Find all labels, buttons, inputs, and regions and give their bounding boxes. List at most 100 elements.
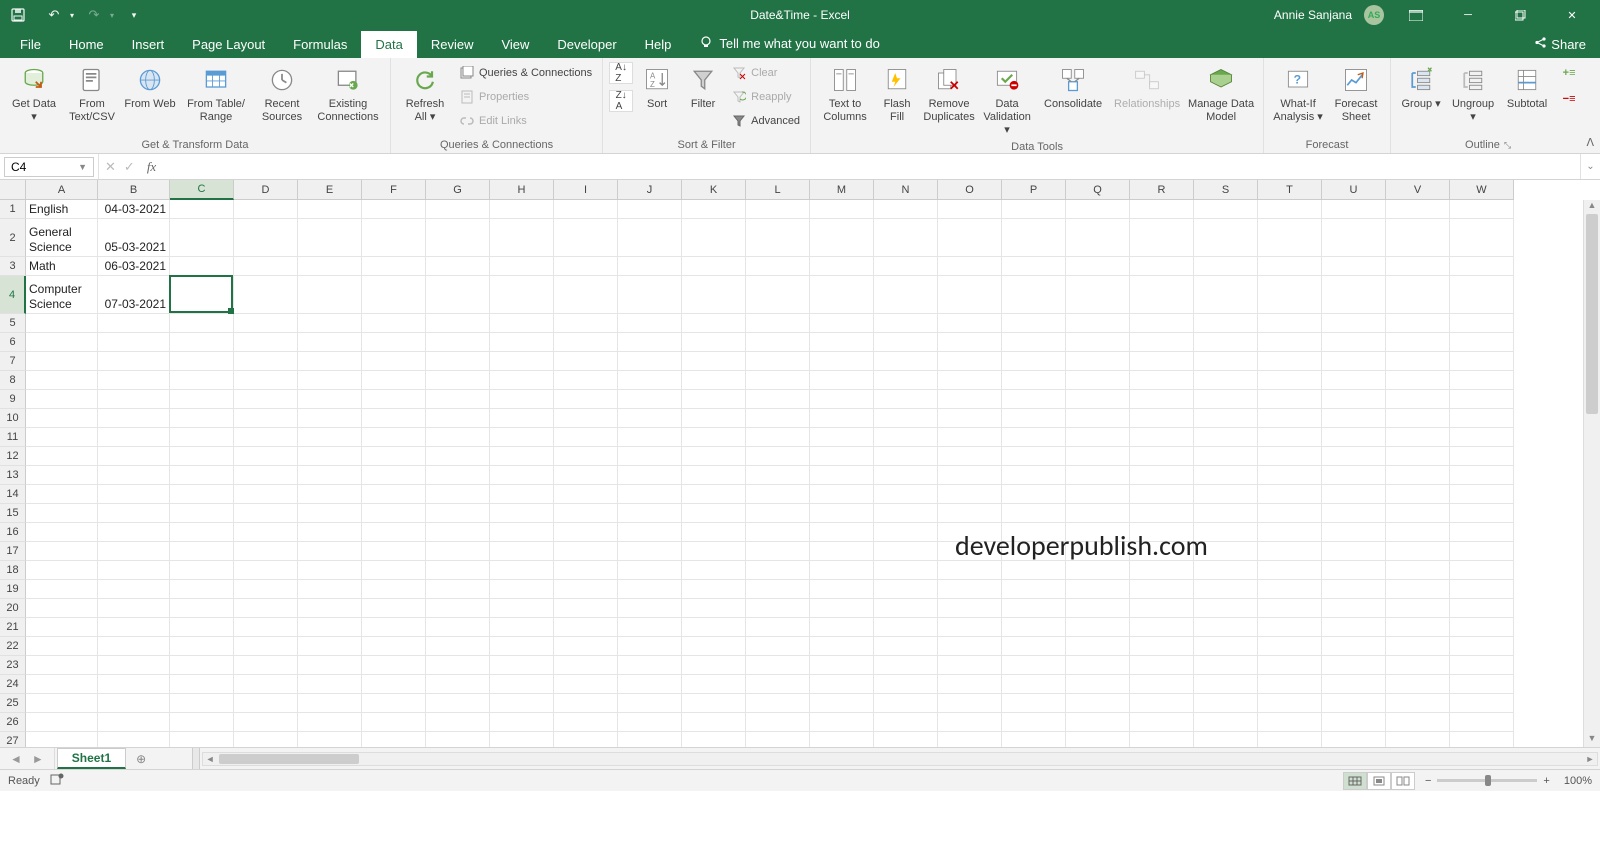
tab-insert[interactable]: Insert: [118, 31, 179, 58]
cell[interactable]: [682, 656, 746, 675]
cell[interactable]: [426, 466, 490, 485]
cell[interactable]: [1130, 675, 1194, 694]
cell[interactable]: [1386, 390, 1450, 409]
cell[interactable]: [426, 656, 490, 675]
cell[interactable]: [1002, 257, 1066, 276]
cell[interactable]: [874, 371, 938, 390]
cell[interactable]: [938, 276, 1002, 314]
cell[interactable]: 07-03-2021: [98, 276, 170, 314]
cell[interactable]: [746, 542, 810, 561]
column-header[interactable]: I: [554, 180, 618, 200]
cell[interactable]: [874, 561, 938, 580]
cell[interactable]: [490, 352, 554, 371]
cell[interactable]: [810, 656, 874, 675]
cell[interactable]: [938, 656, 1002, 675]
tell-me-search[interactable]: Tell me what you want to do: [685, 29, 893, 58]
cell[interactable]: [1322, 485, 1386, 504]
flash-fill-button[interactable]: Flash Fill: [875, 62, 919, 126]
zoom-in-icon[interactable]: +: [1543, 775, 1549, 787]
cell[interactable]: [1450, 390, 1514, 409]
cell[interactable]: [618, 732, 682, 747]
row-header[interactable]: 27: [0, 732, 26, 747]
cell[interactable]: [298, 656, 362, 675]
cell[interactable]: [1194, 219, 1258, 257]
cell[interactable]: [1322, 504, 1386, 523]
cell[interactable]: [810, 580, 874, 599]
cell[interactable]: [1322, 523, 1386, 542]
refresh-all-button[interactable]: Refresh All ▾: [397, 62, 453, 126]
cell[interactable]: [490, 694, 554, 713]
add-sheet-icon[interactable]: ⊕: [130, 748, 152, 769]
cell[interactable]: [170, 637, 234, 656]
group-button[interactable]: Group ▾: [1397, 62, 1445, 113]
cell[interactable]: [1450, 352, 1514, 371]
insert-function-icon[interactable]: fx: [141, 159, 162, 175]
cell[interactable]: [298, 314, 362, 333]
cell[interactable]: [874, 447, 938, 466]
cell[interactable]: [98, 504, 170, 523]
cell[interactable]: [1066, 447, 1130, 466]
cell[interactable]: [682, 485, 746, 504]
ungroup-button[interactable]: Ungroup ▾: [1447, 62, 1499, 126]
cell[interactable]: [938, 675, 1002, 694]
cell[interactable]: [234, 333, 298, 352]
scroll-up-icon[interactable]: ▲: [1584, 200, 1600, 214]
cell[interactable]: [234, 314, 298, 333]
zoom-level[interactable]: 100%: [1564, 775, 1592, 787]
cell[interactable]: [98, 428, 170, 447]
cell[interactable]: [362, 504, 426, 523]
cell[interactable]: [1130, 637, 1194, 656]
row-header[interactable]: 16: [0, 523, 26, 542]
cell[interactable]: [362, 200, 426, 219]
cell[interactable]: [426, 732, 490, 747]
cell[interactable]: [1130, 561, 1194, 580]
cell[interactable]: [426, 561, 490, 580]
cell[interactable]: [1130, 257, 1194, 276]
cell[interactable]: [170, 485, 234, 504]
cell[interactable]: [810, 314, 874, 333]
cell[interactable]: [1386, 371, 1450, 390]
sheet-next-icon[interactable]: ►: [32, 752, 44, 766]
cell[interactable]: [1258, 466, 1322, 485]
cell[interactable]: [234, 694, 298, 713]
cell[interactable]: [938, 257, 1002, 276]
cell[interactable]: [746, 599, 810, 618]
cell[interactable]: [490, 200, 554, 219]
tab-help[interactable]: Help: [631, 31, 686, 58]
cell[interactable]: [170, 257, 234, 276]
cell[interactable]: [682, 561, 746, 580]
from-text-csv-button[interactable]: From Text/CSV: [64, 62, 120, 126]
cell[interactable]: [1002, 561, 1066, 580]
cell[interactable]: [170, 694, 234, 713]
cell[interactable]: [1386, 485, 1450, 504]
cell[interactable]: [874, 713, 938, 732]
column-header[interactable]: E: [298, 180, 362, 200]
cell[interactable]: [1450, 713, 1514, 732]
cell[interactable]: [554, 371, 618, 390]
cell[interactable]: [234, 409, 298, 428]
cell[interactable]: [26, 466, 98, 485]
cell[interactable]: [746, 675, 810, 694]
cell[interactable]: [874, 276, 938, 314]
cell[interactable]: [1194, 580, 1258, 599]
cell[interactable]: [362, 371, 426, 390]
cell[interactable]: [874, 656, 938, 675]
cell[interactable]: [298, 466, 362, 485]
cell[interactable]: [1386, 523, 1450, 542]
cell[interactable]: [1258, 390, 1322, 409]
cell[interactable]: [26, 371, 98, 390]
row-header[interactable]: 2: [0, 219, 26, 257]
cell[interactable]: [874, 409, 938, 428]
cell[interactable]: [874, 580, 938, 599]
cell[interactable]: [1194, 409, 1258, 428]
cell[interactable]: [874, 314, 938, 333]
cell[interactable]: [810, 200, 874, 219]
cell[interactable]: [26, 333, 98, 352]
share-button[interactable]: Share: [1520, 30, 1600, 58]
cell[interactable]: [1066, 561, 1130, 580]
cell[interactable]: [298, 428, 362, 447]
cell[interactable]: [1066, 257, 1130, 276]
cell[interactable]: [98, 580, 170, 599]
cell[interactable]: [746, 257, 810, 276]
cell[interactable]: [490, 219, 554, 257]
